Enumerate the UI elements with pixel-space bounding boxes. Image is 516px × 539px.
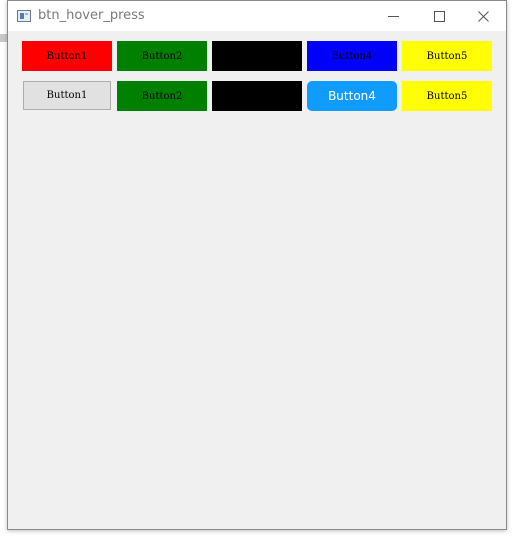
window-title: btn_hover_press: [38, 8, 145, 23]
app-window: btn_hover_press Button1 Button2 Button4 …: [7, 0, 507, 530]
button5-yellow[interactable]: Button5: [402, 81, 492, 111]
app-window-icon: [17, 10, 31, 22]
button5-yellow[interactable]: Button5: [402, 41, 492, 71]
button3-black[interactable]: [212, 81, 302, 111]
maximize-button[interactable]: [416, 1, 462, 31]
background-window-edge: [0, 34, 7, 42]
button1-default[interactable]: Button1: [23, 81, 111, 110]
minimize-button[interactable]: [370, 1, 416, 31]
button4-hover[interactable]: Button4: [307, 81, 397, 111]
button2-green[interactable]: Button2: [117, 41, 207, 71]
button1-red[interactable]: Button1: [22, 41, 112, 71]
minimize-icon: [387, 15, 399, 17]
maximize-icon: [433, 10, 445, 22]
title-bar[interactable]: btn_hover_press: [8, 1, 506, 31]
close-icon: [477, 10, 489, 22]
button4-blue[interactable]: Button4: [307, 41, 397, 71]
close-button[interactable]: [460, 1, 506, 31]
button2-green[interactable]: Button2: [117, 81, 207, 111]
button3-black[interactable]: [212, 41, 302, 71]
